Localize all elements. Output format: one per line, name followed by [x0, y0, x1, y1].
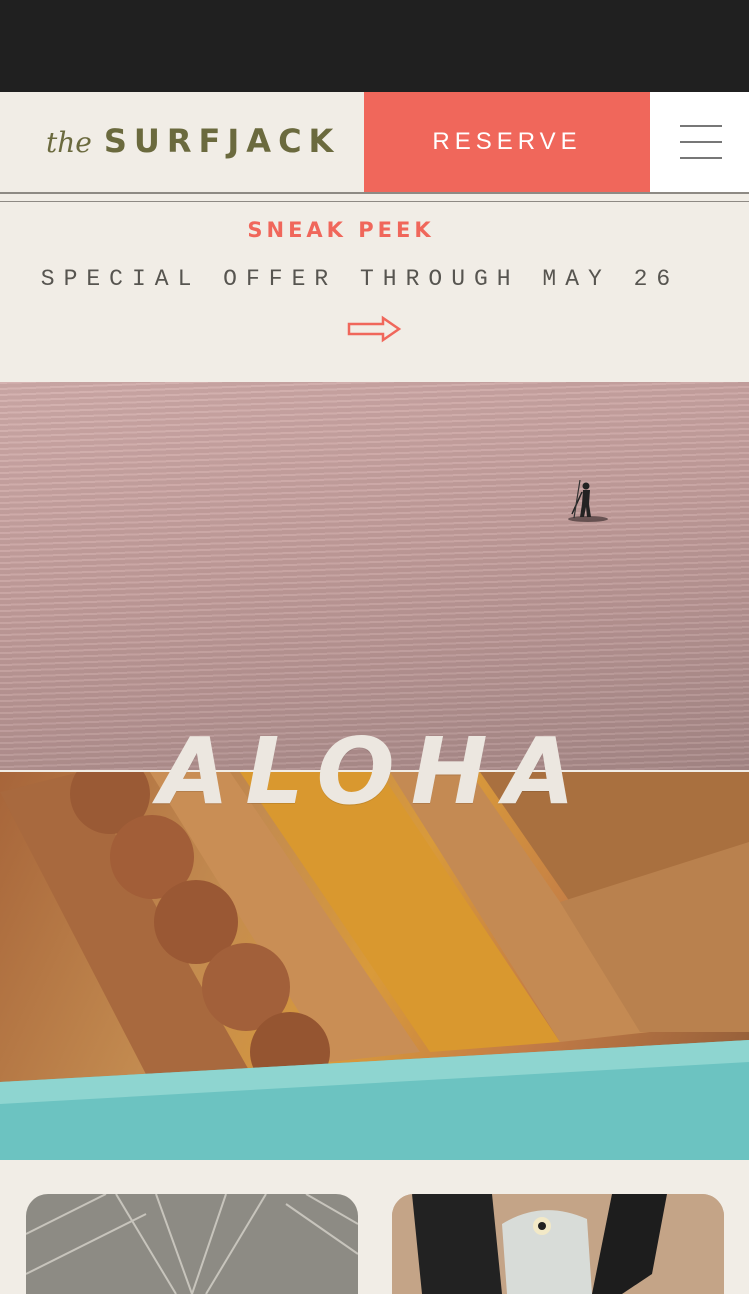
paddleboarder-figure [568, 480, 608, 522]
hamburger-menu-icon [680, 125, 722, 127]
promo-headline: SPECIAL OFFER THROUGH MAY 26 [40, 266, 680, 292]
feature-card-tile[interactable] [26, 1194, 358, 1294]
site-header: the SURFJACK RESERVE [0, 92, 749, 192]
logo-prefix: the [46, 126, 92, 159]
promo-link[interactable] [346, 315, 402, 348]
ocean-paddleboard-photo [0, 382, 749, 770]
reserve-button[interactable]: RESERVE [364, 92, 650, 192]
menu-button[interactable] [650, 92, 749, 192]
hamburger-menu-icon-line [680, 141, 722, 143]
hero-headline: ALOHA [158, 718, 591, 825]
ocean-texture [0, 382, 749, 770]
promo-eyebrow: SNEAK PEEK [247, 218, 435, 242]
logo-name: SURFJACK [103, 122, 341, 160]
wood-art-illustration [0, 772, 749, 1160]
feature-card-fish[interactable] [392, 1194, 724, 1294]
fish-photo-graphic [392, 1194, 724, 1294]
header-divider [0, 192, 749, 194]
arrow-right-icon [347, 315, 402, 343]
top-bar [0, 0, 749, 92]
tile-pattern-graphic [26, 1194, 358, 1294]
site-logo[interactable]: the SURFJACK [46, 122, 340, 164]
wood-art-photo [0, 772, 749, 1160]
promo-banner: SNEAK PEEK SPECIAL OFFER THROUGH MAY 26 [0, 202, 749, 382]
hamburger-menu-icon-line [680, 157, 722, 159]
